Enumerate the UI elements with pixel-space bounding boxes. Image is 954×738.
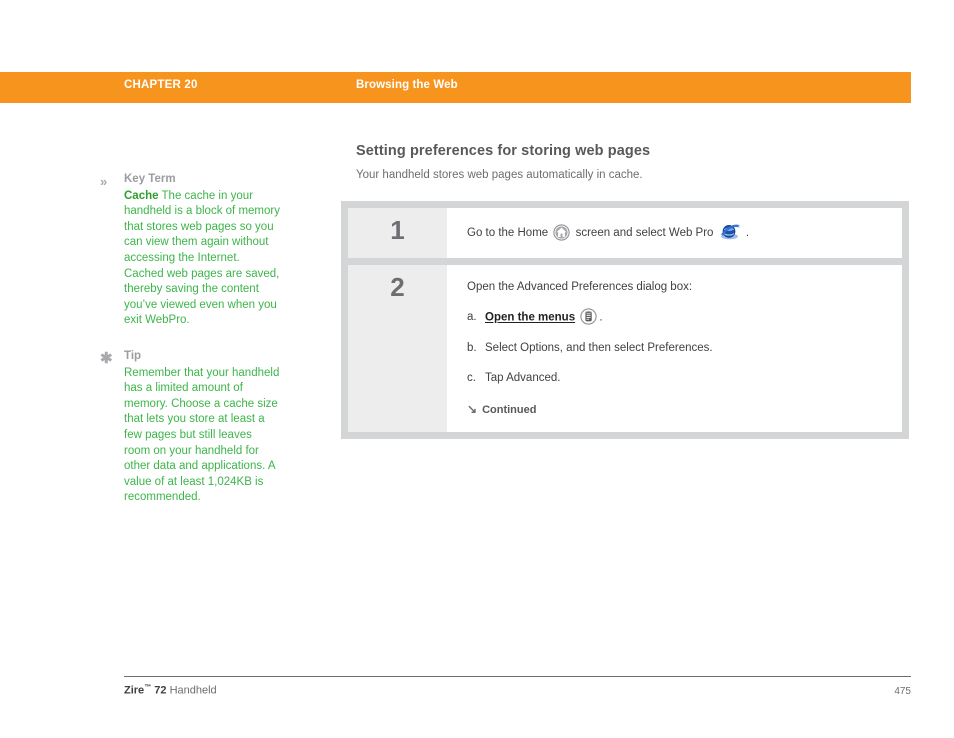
- substep-text: Select Options, and then select Preferen…: [485, 342, 713, 354]
- continued-label: Continued: [482, 404, 537, 416]
- substep-marker: c.: [467, 372, 476, 384]
- substep-list: a. Open the menus . b. Select Options, a…: [467, 308, 888, 386]
- step-text-after: .: [745, 227, 750, 240]
- chapter-title: Browsing the Web: [356, 79, 458, 91]
- note-text-body: The cache in your handheld is a block of…: [124, 189, 280, 327]
- step-number: 2: [390, 272, 405, 302]
- note-key-term: » Key Term Cache The cache in your handh…: [100, 172, 280, 329]
- note-label-tip: Tip: [124, 349, 142, 362]
- note-text-tip: Remember that your handheld has a limite…: [124, 366, 280, 504]
- step-text-middle: screen and select Web Pro: [575, 227, 714, 240]
- trademark-icon: ™: [144, 684, 152, 691]
- note-label-key-term: Key Term: [124, 173, 176, 185]
- substep-text: Open the menus .: [485, 308, 603, 326]
- substep-marker: b.: [467, 342, 477, 354]
- note-body: Tip Remember that your handheld has a li…: [124, 349, 280, 506]
- steps-box: 1 Go to the Home screen and select Web P…: [341, 201, 909, 439]
- footer-brand: Zire: [124, 684, 145, 697]
- step-row: 1 Go to the Home screen and select Web P…: [348, 208, 902, 258]
- main-content-header: Setting preferences for storing web page…: [356, 143, 911, 183]
- arrow-down-right-icon: ↘: [467, 402, 478, 416]
- note-text-key-term: Cache The cache in your handheld is a bl…: [124, 189, 280, 329]
- step-number-cell: 1: [348, 208, 447, 258]
- sidebar-notes: » Key Term Cache The cache in your handh…: [100, 172, 280, 522]
- footer-divider: [124, 676, 911, 677]
- substep-item: b. Select Options, and then select Prefe…: [467, 340, 888, 356]
- substep-text: Tap Advanced.: [485, 372, 561, 384]
- footer-inner: Zire™ 72 Handheld 475: [124, 684, 911, 697]
- page-subtitle: Your handheld stores web pages automatic…: [356, 169, 643, 181]
- step-text-before: Go to the Home: [467, 227, 549, 240]
- note-term-cache: Cache: [124, 189, 159, 202]
- page-number: 475: [894, 685, 911, 697]
- page-footer: Zire™ 72 Handheld 475: [124, 676, 911, 697]
- menu-icon: [580, 308, 597, 325]
- chevron-double-right-icon: »: [100, 174, 108, 189]
- page-title: Setting preferences for storing web page…: [356, 143, 651, 159]
- substep-suffix: .: [599, 311, 603, 324]
- asterisk-icon: ✱: [100, 349, 113, 367]
- note-tip: ✱ Tip Remember that your handheld has a …: [100, 349, 280, 506]
- footer-product-type: Handheld: [169, 684, 217, 697]
- footer-product-name: Zire™ 72 Handheld: [124, 684, 217, 697]
- substep-emphasis: Open the menus: [485, 311, 576, 324]
- substep-item: c. Tap Advanced.: [467, 370, 888, 386]
- continued-row: ↘ Continued: [467, 402, 888, 418]
- substep-marker: a.: [467, 311, 477, 323]
- substep-item: a. Open the menus .: [467, 308, 888, 326]
- chapter-header-bar: CHAPTER 20 Browsing the Web: [0, 72, 911, 103]
- note-body: Key Term Cache The cache in your handhel…: [124, 172, 280, 329]
- step-number-cell: 2: [348, 265, 447, 432]
- chapter-label: CHAPTER 20: [124, 79, 198, 91]
- footer-model: 72: [154, 684, 167, 697]
- web-pro-globe-icon: [719, 223, 741, 241]
- step-intro-text: Open the Advanced Preferences dialog box…: [467, 281, 693, 293]
- home-icon: [553, 223, 571, 241]
- step-content: Open the Advanced Preferences dialog box…: [447, 265, 902, 432]
- step-content: Go to the Home screen and select Web Pro: [447, 208, 902, 258]
- step-number: 1: [390, 215, 405, 245]
- step-row: 2 Open the Advanced Preferences dialog b…: [348, 265, 902, 432]
